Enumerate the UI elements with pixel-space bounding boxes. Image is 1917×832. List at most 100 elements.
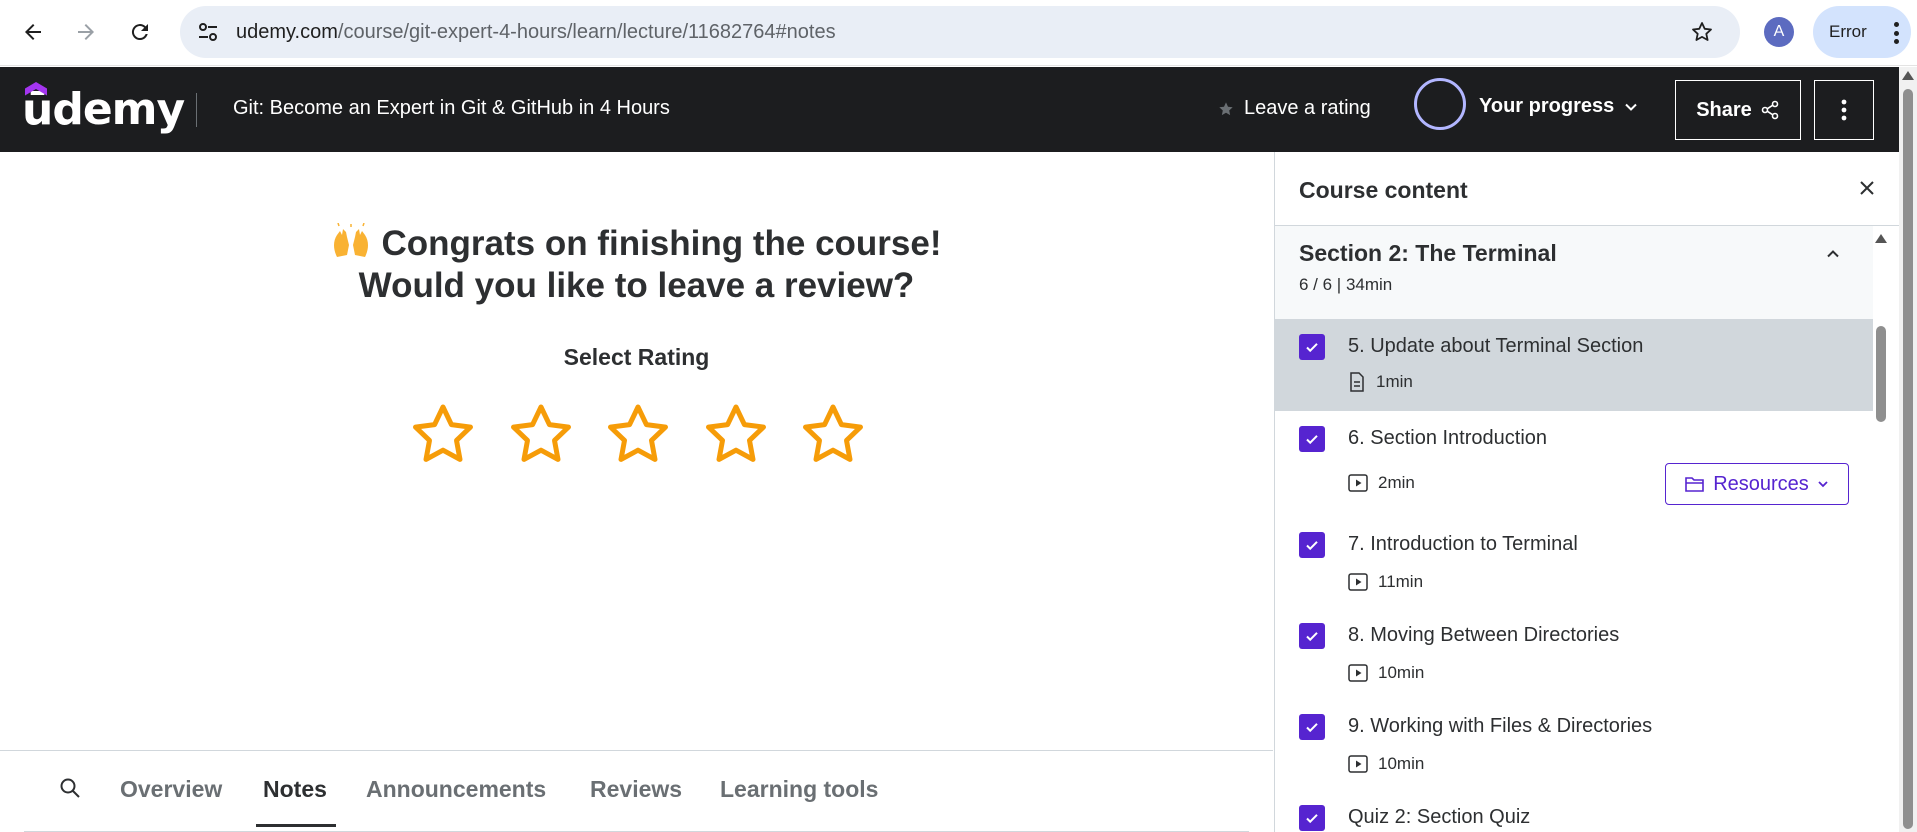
more-options-button[interactable] [1814, 80, 1874, 140]
item-meta: 1min [1348, 372, 1413, 392]
item-title: 9. Working with Files & Directories [1348, 715, 1653, 737]
resources-button[interactable]: Resources [1665, 463, 1849, 505]
course-header: ūdemy Git: Become an Expert in Git & Git… [0, 67, 1899, 152]
progress-ring[interactable] [1414, 78, 1466, 130]
tab-learning-tools[interactable]: Learning tools [720, 776, 878, 803]
item-duration: 10min [1378, 663, 1425, 682]
curriculum-item[interactable]: 5. Update about Terminal Section 1min [1275, 320, 1873, 411]
curriculum-item[interactable]: 6. Section Introduction 2min Resources [1275, 411, 1873, 518]
url-path: /course/git-expert-4-hours/learn/lecture… [337, 21, 836, 43]
course-main-pane: Congrats on finishing the course! Would … [0, 152, 1273, 832]
share-button[interactable]: Share [1675, 80, 1801, 140]
your-progress-button[interactable]: Your progress [1479, 95, 1638, 118]
item-meta: 2min [1348, 473, 1415, 493]
error-menu-button[interactable]: Error [1813, 6, 1911, 58]
profile-avatar[interactable]: A [1764, 17, 1794, 47]
error-label: Error [1829, 22, 1867, 41]
star-outline-icon [608, 404, 668, 462]
completed-checkbox[interactable] [1299, 805, 1325, 831]
logo-hat-icon [25, 82, 47, 96]
rating-star-4[interactable] [701, 399, 771, 469]
section-title: Section 2: The Terminal [1299, 240, 1557, 266]
tune-icon[interactable] [194, 18, 222, 46]
bookmark-star-icon[interactable] [1688, 18, 1716, 46]
rating-star-3[interactable] [603, 399, 673, 469]
address-bar[interactable]: udemy.com/course/git-expert-4-hours/lear… [180, 6, 1740, 58]
url-text[interactable]: udemy.com/course/git-expert-4-hours/lear… [236, 20, 836, 44]
active-tab-indicator [256, 824, 336, 827]
checkmark-icon [1306, 632, 1318, 642]
video-icon [1348, 755, 1368, 773]
item-title: 8. Moving Between Directories [1348, 624, 1620, 646]
course-content-sidebar: Course content Section 2: The Terminal 6… [1274, 152, 1899, 832]
reload-icon [131, 24, 148, 41]
item-duration: 1min [1376, 372, 1413, 391]
tab-reviews[interactable]: Reviews [590, 776, 682, 803]
raising-hands-icon [334, 223, 369, 257]
star-icon [1219, 101, 1233, 115]
chevron-up-icon[interactable] [1821, 242, 1845, 266]
completed-checkbox[interactable] [1299, 532, 1325, 558]
curriculum-item[interactable]: 9. Working with Files & Directories 10mi… [1275, 700, 1873, 791]
congrats-line-1: Congrats on finishing the course! [381, 224, 942, 263]
completed-checkbox[interactable] [1299, 623, 1325, 649]
checkmark-icon [1306, 814, 1318, 824]
checkmark-icon [1306, 435, 1318, 445]
resources-label: Resources [1713, 472, 1809, 495]
sidebar-header: Course content [1275, 152, 1899, 226]
star-outline-icon [705, 404, 766, 462]
completed-checkbox[interactable] [1299, 426, 1325, 452]
tabs-divider [0, 750, 1273, 751]
curriculum-item[interactable]: 7. Introduction to Terminal 11min [1275, 518, 1873, 609]
search-icon[interactable] [54, 772, 86, 804]
video-icon [1348, 664, 1368, 682]
item-meta: 10min [1348, 663, 1424, 683]
video-icon [1348, 474, 1368, 492]
chevron-down-icon [1625, 103, 1637, 111]
leave-rating-label: Leave a rating [1244, 97, 1371, 119]
forward-arrow-icon [78, 24, 94, 40]
curriculum-item[interactable]: Quiz 2: Section Quiz [1275, 791, 1873, 832]
video-icon [1348, 573, 1368, 591]
udemy-logo[interactable]: ūdemy [22, 81, 185, 139]
sidebar-scrollbar[interactable] [1873, 226, 1889, 832]
forward-button[interactable] [66, 12, 106, 52]
item-duration: 2min [1378, 473, 1415, 492]
item-title: 6. Section Introduction [1348, 427, 1548, 449]
checkmark-icon [1306, 343, 1318, 353]
rating-star-2[interactable] [506, 399, 576, 469]
leave-rating-button[interactable]: Leave a rating [1218, 97, 1371, 120]
reload-button[interactable] [120, 12, 160, 52]
close-icon[interactable] [1855, 176, 1879, 200]
tab-overview[interactable]: Overview [120, 776, 222, 803]
star-outline-icon [803, 404, 863, 462]
rating-stars [408, 399, 868, 469]
checkmark-icon [1306, 541, 1318, 551]
your-progress-label: Your progress [1479, 95, 1615, 117]
chevron-down-icon [1818, 481, 1828, 488]
share-label: Share [1696, 98, 1752, 121]
tab-announcements[interactable]: Announcements [366, 776, 546, 803]
congrats-line-2: Would you like to leave a review? [358, 266, 915, 305]
rating-star-5[interactable] [798, 399, 868, 469]
completed-checkbox[interactable] [1299, 334, 1325, 360]
item-title: 5. Update about Terminal Section [1348, 335, 1644, 357]
completed-checkbox[interactable] [1299, 714, 1325, 740]
star-outline-icon [510, 404, 571, 462]
congrats-heading: Congrats on finishing the course! Would … [0, 223, 1273, 307]
sidebar-title: Course content [1299, 177, 1468, 203]
item-duration: 10min [1378, 754, 1425, 773]
rating-star-1[interactable] [408, 399, 478, 469]
star-outline-icon [413, 404, 473, 462]
curriculum-item[interactable]: 8. Moving Between Directories 10min [1275, 609, 1873, 700]
vertical-dots-icon [1841, 99, 1847, 121]
item-meta: 11min [1348, 572, 1423, 592]
course-title[interactable]: Git: Become an Expert in Git & GitHub in… [233, 97, 670, 120]
tab-notes[interactable]: Notes [263, 776, 327, 803]
back-button[interactable] [13, 12, 53, 52]
section-header[interactable]: Section 2: The Terminal 6 / 6 | 34min [1275, 226, 1873, 320]
url-host: udemy.com [236, 21, 338, 43]
page-scrollbar[interactable] [1899, 67, 1917, 832]
browser-toolbar: udemy.com/course/git-expert-4-hours/lear… [0, 0, 1917, 66]
back-arrow-icon [25, 24, 41, 40]
